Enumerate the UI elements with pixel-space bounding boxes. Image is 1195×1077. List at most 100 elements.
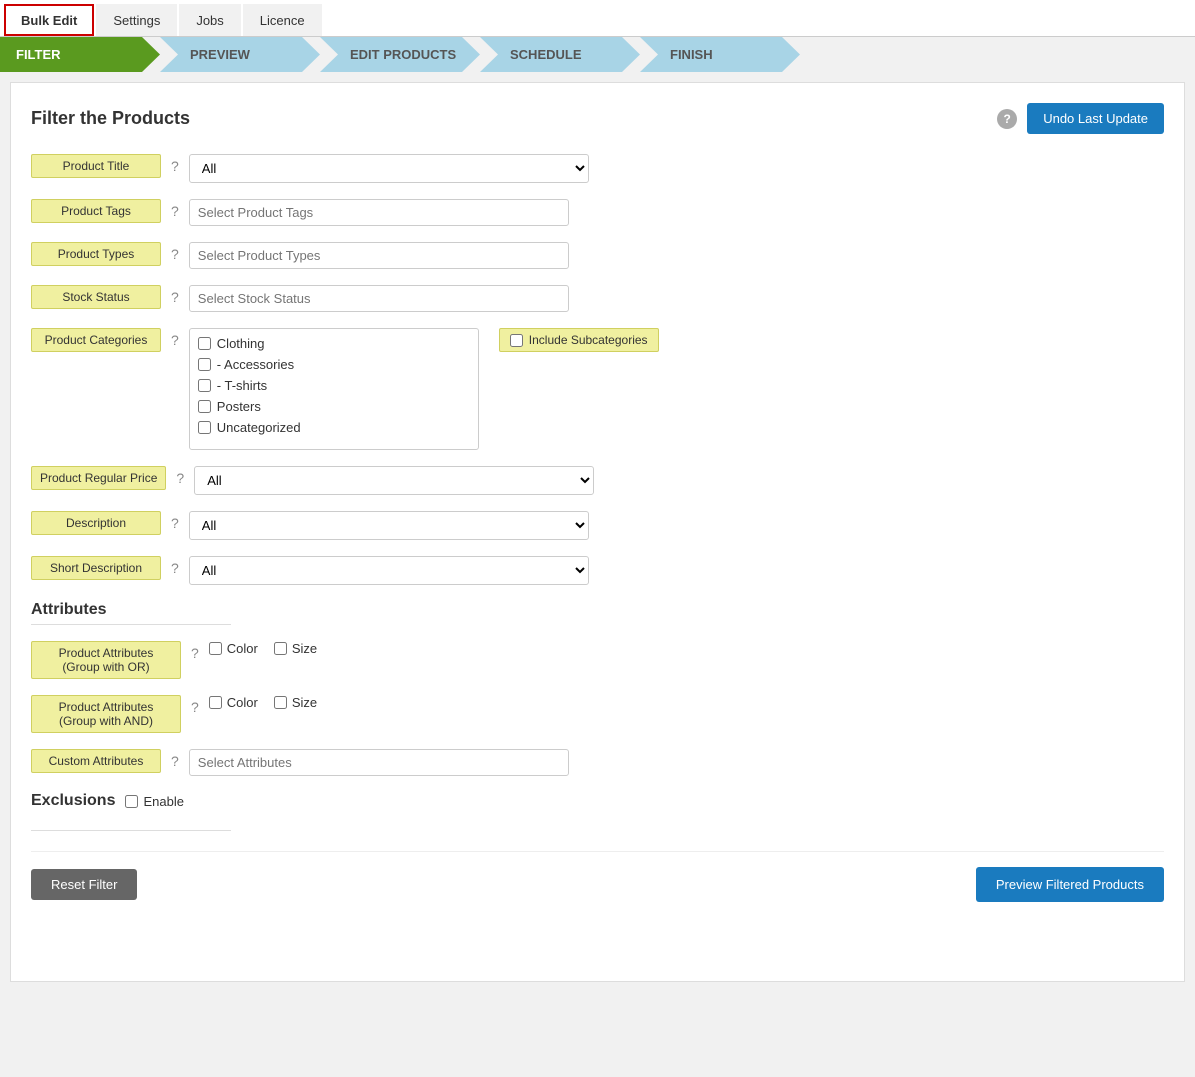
product-regular-price-help-icon[interactable]: ? <box>176 470 184 486</box>
custom-attributes-input[interactable] <box>189 749 569 776</box>
short-description-select[interactable]: All Contains Does not contain Equals <box>189 556 589 585</box>
cat-checkbox-posters[interactable] <box>198 400 211 413</box>
cat-label-posters: Posters <box>217 399 261 414</box>
exclusions-divider <box>31 830 231 831</box>
product-title-label: Product Title <box>31 154 161 178</box>
pipeline: FILTER PREVIEW EDIT PRODUCTS SCHEDULE FI… <box>0 37 1195 72</box>
product-regular-price-label: Product Regular Price <box>31 466 166 490</box>
product-types-row: Product Types ? <box>31 242 1164 269</box>
cat-label-tshirts: - T-shirts <box>217 378 267 393</box>
product-attributes-or-label: Product Attributes (Group with OR) <box>31 641 181 679</box>
pipeline-preview[interactable]: PREVIEW <box>160 37 320 72</box>
include-subcategories-label: Include Subcategories <box>529 333 648 347</box>
product-regular-price-row: Product Regular Price ? All Greater than… <box>31 466 1164 495</box>
reset-filter-button[interactable]: Reset Filter <box>31 869 137 900</box>
attr-and-color-item: Color <box>209 695 258 710</box>
product-attributes-and-row: Product Attributes (Group with AND) ? Co… <box>31 695 1164 733</box>
product-tags-row: Product Tags ? <box>31 199 1164 226</box>
product-attributes-or-row: Product Attributes (Group with OR) ? Col… <box>31 641 1164 679</box>
cat-label-clothing: Clothing <box>217 336 265 351</box>
header-right: ? Undo Last Update <box>997 103 1164 134</box>
exclusions-enable-label: Enable <box>143 794 183 809</box>
pipeline-edit-products[interactable]: EDIT PRODUCTS <box>320 37 480 72</box>
stock-status-help-icon[interactable]: ? <box>171 289 179 305</box>
cat-label-accessories: - Accessories <box>217 357 294 372</box>
product-regular-price-select[interactable]: All Greater than Less than Equals Betwee… <box>194 466 594 495</box>
pipeline-schedule[interactable]: SCHEDULE <box>480 37 640 72</box>
description-row: Description ? All Contains Does not cont… <box>31 511 1164 540</box>
product-title-input: All Contains Does not contain Equals <box>189 154 589 183</box>
product-categories-help-icon[interactable]: ? <box>171 332 179 348</box>
product-regular-price-input: All Greater than Less than Equals Betwee… <box>194 466 594 495</box>
product-attributes-or-checkboxes: Color Size <box>209 641 317 656</box>
cat-label-uncategorized: Uncategorized <box>217 420 301 435</box>
include-subcategories-checkbox[interactable] <box>510 334 523 347</box>
preview-filtered-products-button[interactable]: Preview Filtered Products <box>976 867 1164 902</box>
exclusions-enable-checkbox[interactable] <box>125 795 138 808</box>
product-tags-input[interactable] <box>189 199 569 226</box>
attr-and-color-checkbox[interactable] <box>209 696 222 709</box>
attr-or-color-checkbox[interactable] <box>209 642 222 655</box>
stock-status-row: Stock Status ? <box>31 285 1164 312</box>
stock-status-label: Stock Status <box>31 285 161 309</box>
custom-attributes-label: Custom Attributes <box>31 749 161 773</box>
product-types-help-icon[interactable]: ? <box>171 246 179 262</box>
cat-checkbox-tshirts[interactable] <box>198 379 211 392</box>
product-categories-row: Product Categories ? Clothing - Accessor… <box>31 328 1164 450</box>
product-attributes-and-help-icon[interactable]: ? <box>191 699 199 715</box>
exclusions-enable-item: Enable <box>125 794 183 809</box>
include-subcategories-container: Include Subcategories <box>499 328 659 352</box>
tab-jobs[interactable]: Jobs <box>179 4 240 36</box>
filter-title: Filter the Products <box>31 108 190 129</box>
product-title-select[interactable]: All Contains Does not contain Equals <box>189 154 589 183</box>
exclusions-row: Exclusions Enable <box>31 792 1164 810</box>
filter-header: Filter the Products ? Undo Last Update <box>31 103 1164 134</box>
attributes-section-title: Attributes <box>31 601 1164 619</box>
tab-bulk-edit[interactable]: Bulk Edit <box>4 4 94 36</box>
product-tags-label: Product Tags <box>31 199 161 223</box>
attr-and-color-label: Color <box>227 695 258 710</box>
attr-or-size-checkbox[interactable] <box>274 642 287 655</box>
product-tags-help-icon[interactable]: ? <box>171 203 179 219</box>
categories-scroll[interactable]: Clothing - Accessories - T-shirts Poster… <box>190 329 478 449</box>
product-attributes-and-checkboxes: Color Size <box>209 695 317 710</box>
cat-checkbox-accessories[interactable] <box>198 358 211 371</box>
attr-or-color-label: Color <box>227 641 258 656</box>
short-description-row: Short Description ? All Contains Does no… <box>31 556 1164 585</box>
cat-item-accessories: - Accessories <box>198 354 470 375</box>
short-description-input: All Contains Does not contain Equals <box>189 556 589 585</box>
attr-and-size-checkbox[interactable] <box>274 696 287 709</box>
custom-attributes-row: Custom Attributes ? <box>31 749 1164 776</box>
categories-list-container: Clothing - Accessories - T-shirts Poster… <box>189 328 479 450</box>
filter-help-icon[interactable]: ? <box>997 109 1017 129</box>
cat-checkbox-uncategorized[interactable] <box>198 421 211 434</box>
attr-or-size-label: Size <box>292 641 317 656</box>
description-select[interactable]: All Contains Does not contain Equals <box>189 511 589 540</box>
attributes-divider <box>31 624 231 625</box>
tab-licence[interactable]: Licence <box>243 4 322 36</box>
undo-last-update-button[interactable]: Undo Last Update <box>1027 103 1164 134</box>
product-categories-label: Product Categories <box>31 328 161 352</box>
tab-settings[interactable]: Settings <box>96 4 177 36</box>
short-description-label: Short Description <box>31 556 161 580</box>
cat-checkbox-clothing[interactable] <box>198 337 211 350</box>
short-description-help-icon[interactable]: ? <box>171 560 179 576</box>
attr-or-size-item: Size <box>274 641 317 656</box>
cat-item-posters: Posters <box>198 396 470 417</box>
product-title-help-icon[interactable]: ? <box>171 158 179 174</box>
stock-status-input[interactable] <box>189 285 569 312</box>
description-input: All Contains Does not contain Equals <box>189 511 589 540</box>
attr-or-color-item: Color <box>209 641 258 656</box>
custom-attributes-help-icon[interactable]: ? <box>171 753 179 769</box>
pipeline-filter[interactable]: FILTER <box>0 37 160 72</box>
product-attributes-and-label: Product Attributes (Group with AND) <box>31 695 181 733</box>
pipeline-finish[interactable]: FINISH <box>640 37 800 72</box>
product-title-row: Product Title ? All Contains Does not co… <box>31 154 1164 183</box>
description-help-icon[interactable]: ? <box>171 515 179 531</box>
product-attributes-or-help-icon[interactable]: ? <box>191 645 199 661</box>
top-tabs: Bulk Edit Settings Jobs Licence <box>0 0 1195 37</box>
cat-item-tshirts: - T-shirts <box>198 375 470 396</box>
product-types-input[interactable] <box>189 242 569 269</box>
description-label: Description <box>31 511 161 535</box>
product-types-label: Product Types <box>31 242 161 266</box>
